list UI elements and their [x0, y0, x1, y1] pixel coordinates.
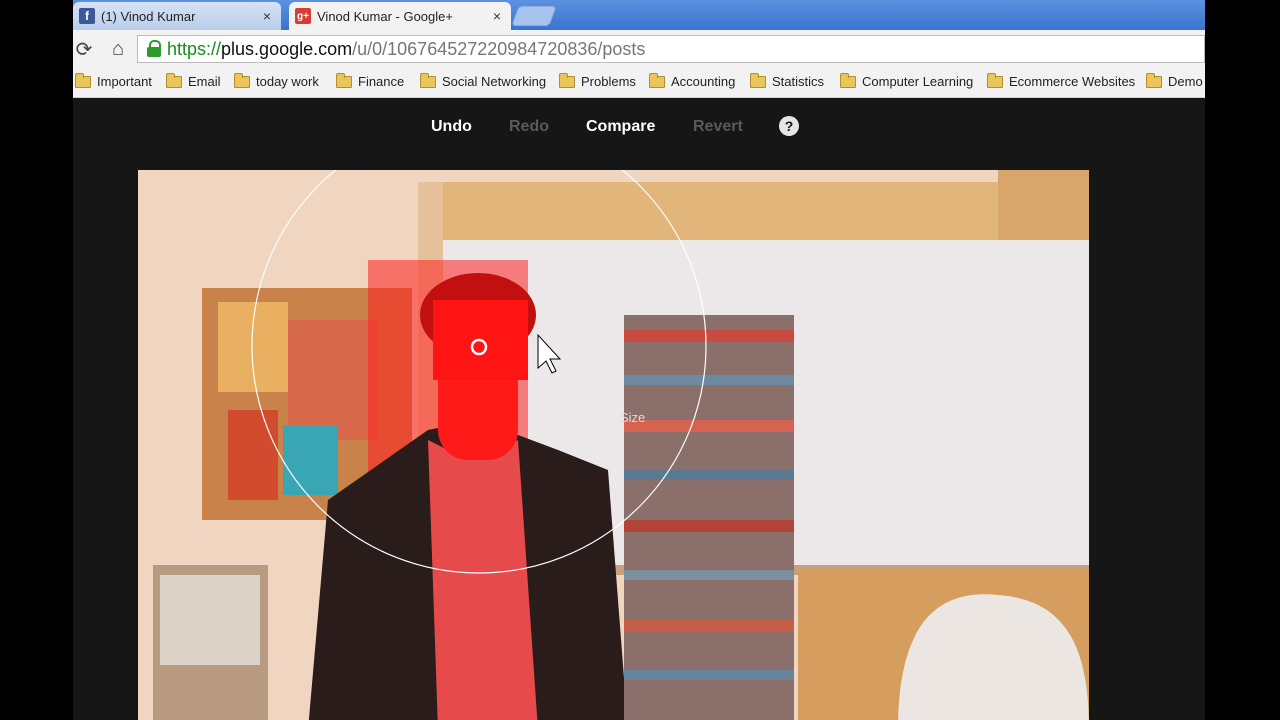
bookmark-folder[interactable]: Important: [75, 72, 152, 89]
tab-facebook[interactable]: f (1) Vinod Kumar ×: [73, 2, 281, 30]
bookmark-folder[interactable]: Problems: [559, 72, 636, 89]
bookmark-folder[interactable]: Ecommerce Websites: [987, 72, 1135, 89]
photo-image: [138, 170, 1089, 720]
bookmark-folder[interactable]: Demo: [1146, 72, 1203, 89]
photo-canvas[interactable]: Size: [138, 170, 1089, 720]
close-icon[interactable]: ×: [263, 8, 271, 24]
folder-icon: [420, 72, 436, 88]
close-icon[interactable]: ×: [493, 8, 501, 24]
browser-window: f (1) Vinod Kumar × g+ Vinod Kumar - Goo…: [73, 0, 1205, 720]
help-icon[interactable]: ?: [779, 116, 799, 136]
browser-toolbar: ⟳ ⌂ https://plus.google.com/u/0/10676452…: [73, 30, 1205, 68]
address-bar[interactable]: https://plus.google.com/u/0/106764527220…: [137, 35, 1205, 63]
bookmark-folder[interactable]: Accounting: [649, 72, 735, 89]
bookmark-folder[interactable]: Social Networking: [420, 72, 546, 89]
folder-icon: [987, 72, 1003, 88]
compare-button[interactable]: Compare: [586, 118, 655, 136]
brush-size-label: Size: [620, 410, 646, 425]
bookmark-folder[interactable]: today work: [234, 72, 319, 89]
folder-icon: [234, 72, 250, 88]
bookmark-folder[interactable]: Finance: [336, 72, 404, 89]
photo-editor: Undo Redo Compare Revert ? Size: [73, 98, 1205, 720]
home-icon[interactable]: ⌂: [107, 38, 129, 60]
google-plus-icon: g+: [295, 8, 311, 24]
folder-icon: [75, 72, 91, 88]
revert-button[interactable]: Revert: [693, 118, 743, 136]
bookmark-folder[interactable]: Email: [166, 72, 221, 89]
tab-strip: f (1) Vinod Kumar × g+ Vinod Kumar - Goo…: [73, 0, 1205, 30]
folder-icon: [559, 72, 575, 88]
bookmarks-bar: Important Email today work Finance Socia…: [73, 68, 1205, 98]
folder-icon: [166, 72, 182, 88]
folder-icon: [1146, 72, 1162, 88]
bookmark-folder[interactable]: Statistics: [750, 72, 824, 89]
tab-title: Vinod Kumar - Google+: [317, 8, 453, 24]
folder-icon: [649, 72, 665, 88]
tab-title: (1) Vinod Kumar: [101, 8, 196, 24]
folder-icon: [750, 72, 766, 88]
undo-button[interactable]: Undo: [431, 118, 472, 136]
tab-google-plus[interactable]: g+ Vinod Kumar - Google+ ×: [289, 2, 511, 30]
new-tab-button[interactable]: [511, 6, 557, 26]
url-host: plus.google.com: [221, 38, 353, 59]
lock-icon: [147, 40, 161, 58]
folder-icon: [840, 72, 856, 88]
facebook-icon: f: [79, 8, 95, 24]
url-path: /u/0/106764527220984720836/posts: [352, 38, 646, 59]
bookmark-folder[interactable]: Computer Learning: [840, 72, 973, 89]
url-scheme: https://: [167, 38, 222, 59]
folder-icon: [336, 72, 352, 88]
reload-icon[interactable]: ⟳: [73, 38, 95, 61]
redo-button[interactable]: Redo: [509, 118, 549, 136]
